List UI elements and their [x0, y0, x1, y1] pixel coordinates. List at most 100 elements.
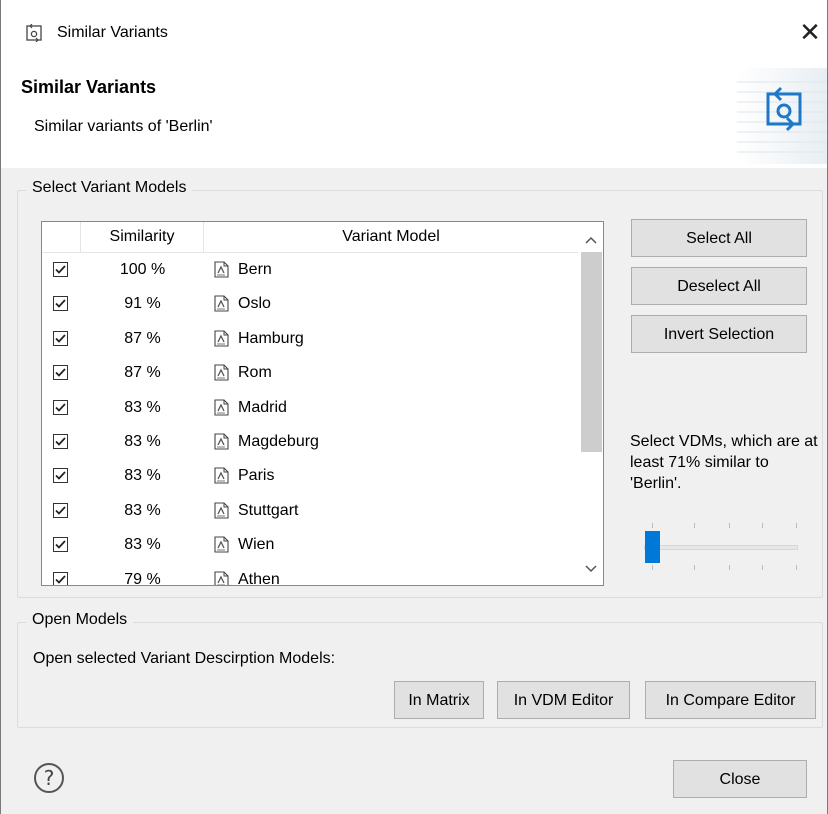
title-bar: Similar Variants ✕ — [1, 0, 827, 68]
slider-tick — [694, 523, 695, 528]
row-checkbox[interactable] — [53, 365, 68, 381]
similarity-cell: 87 % — [124, 329, 161, 347]
group-legend: Select Variant Models — [26, 179, 193, 197]
table-row[interactable]: 79 % Athen — [42, 563, 578, 586]
variant-model-cell: Bern — [238, 261, 272, 278]
checkmark-icon — [55, 299, 66, 309]
table-row[interactable]: 83 % Madrid — [42, 391, 578, 425]
table-header: Similarity Variant Model — [42, 222, 578, 253]
variant-model-cell: Magdeburg — [238, 432, 319, 450]
header-subtitle: Similar variants of 'Berlin' — [34, 118, 213, 135]
similarity-cell: 83 % — [124, 432, 161, 450]
variant-model-cell: Rom — [238, 364, 272, 382]
open-in-vdm-editor-button[interactable]: In VDM Editor — [497, 681, 630, 719]
variant-model-icon — [214, 570, 229, 585]
slider-thumb[interactable] — [645, 531, 660, 563]
deselect-all-button[interactable]: Deselect All — [631, 267, 807, 305]
close-button[interactable]: Close — [673, 760, 807, 798]
variant-model-icon — [214, 399, 229, 416]
variant-compare-icon — [25, 23, 43, 43]
variant-model-cell: Athen — [238, 570, 280, 586]
variant-model-icon — [214, 295, 229, 312]
row-checkbox[interactable] — [53, 502, 68, 518]
table-row[interactable]: 83 % Wien — [42, 528, 578, 562]
scrollbar-thumb[interactable] — [581, 252, 602, 452]
variant-model-cell: Stuttgart — [238, 501, 299, 519]
table-row[interactable]: 87 % Hamburg — [42, 322, 578, 356]
window-title: Similar Variants — [57, 24, 168, 41]
variant-model-cell: Wien — [238, 536, 275, 554]
table-body: 100 % Bern 91 % Oslo 87 % Hamburg 87 % Rom 83 % M… — [42, 253, 578, 586]
checkmark-icon — [55, 471, 66, 481]
dialog-body: Select Variant Models Similarity Variant… — [1, 168, 827, 814]
invert-selection-button[interactable]: Invert Selection — [631, 315, 807, 353]
row-checkbox[interactable] — [53, 262, 68, 277]
variant-model-icon — [214, 261, 229, 278]
row-checkbox[interactable] — [53, 399, 68, 415]
row-checkbox[interactable] — [53, 468, 68, 484]
similarity-slider[interactable] — [642, 521, 802, 571]
similarity-threshold-text: Select VDMs, which are at least 71% simi… — [630, 433, 818, 492]
slider-track[interactable] — [644, 545, 798, 550]
slider-tick — [652, 523, 653, 528]
similarity-cell: 83 % — [124, 501, 161, 519]
close-window-icon[interactable]: ✕ — [797, 18, 823, 48]
slider-tick — [796, 565, 797, 570]
open-models-label: Open selected Variant Descirption Models… — [33, 650, 336, 667]
similarity-cell: 83 % — [124, 536, 161, 554]
variant-table[interactable]: Similarity Variant Model 100 % Bern 91 % Os… — [41, 221, 604, 586]
table-row[interactable]: 83 % Magdeburg — [42, 425, 578, 459]
slider-tick — [652, 565, 653, 570]
table-row[interactable]: 87 % Rom — [42, 356, 578, 390]
row-checkbox[interactable] — [53, 537, 68, 553]
table-row[interactable]: 91 % Oslo — [42, 287, 578, 321]
slider-tick — [762, 523, 763, 528]
column-header-variant-model[interactable]: Variant Model — [204, 222, 578, 252]
variant-model-icon — [214, 467, 229, 484]
row-checkbox[interactable] — [53, 433, 68, 449]
table-row[interactable]: 83 % Paris — [42, 459, 578, 493]
vertical-scrollbar[interactable] — [578, 222, 603, 585]
similarity-cell: 87 % — [124, 364, 161, 382]
checkmark-icon — [55, 265, 66, 274]
similarity-cell: 83 % — [124, 467, 161, 485]
variant-model-icon — [214, 330, 229, 347]
variant-model-icon — [214, 502, 229, 519]
table-row[interactable]: 100 % Bern — [42, 253, 578, 287]
open-in-compare-editor-button[interactable]: In Compare Editor — [645, 681, 816, 719]
header-title: Similar Variants — [21, 77, 157, 97]
help-icon[interactable]: ? — [34, 763, 64, 793]
slider-tick — [729, 565, 730, 570]
checkmark-icon — [55, 402, 66, 412]
variant-compare-banner-icon — [737, 68, 827, 164]
column-header-check[interactable] — [42, 222, 81, 252]
checkmark-icon — [55, 437, 66, 446]
similarity-cell: 79 % — [124, 570, 161, 586]
slider-tick — [762, 565, 763, 570]
similarity-cell: 91 % — [124, 295, 161, 313]
variant-model-cell: Hamburg — [238, 329, 304, 347]
open-in-matrix-button[interactable]: In Matrix — [394, 681, 484, 719]
checkmark-icon — [55, 334, 66, 343]
checkmark-icon — [55, 368, 66, 377]
variant-model-icon — [214, 433, 229, 450]
scroll-down-icon[interactable] — [578, 555, 603, 581]
checkmark-icon — [55, 506, 66, 515]
checkmark-icon — [55, 574, 66, 584]
scroll-up-icon[interactable] — [578, 226, 603, 252]
variant-model-icon — [214, 364, 229, 381]
variant-model-cell: Madrid — [238, 398, 287, 416]
checkmark-icon — [55, 540, 66, 549]
row-checkbox[interactable] — [53, 571, 68, 585]
dialog-header: Similar Variants Similar variants of 'Be… — [1, 68, 827, 168]
column-header-similarity[interactable]: Similarity — [81, 222, 204, 252]
row-checkbox[interactable] — [53, 330, 68, 346]
variant-model-cell: Paris — [238, 467, 275, 485]
row-checkbox[interactable] — [53, 296, 68, 312]
similarity-cell: 83 % — [124, 398, 161, 416]
select-all-button[interactable]: Select All — [631, 219, 807, 257]
open-models-group: Open Models Open selected Variant Descir… — [17, 611, 823, 728]
slider-tick — [694, 565, 695, 570]
group-legend: Open Models — [26, 611, 134, 629]
table-row[interactable]: 83 % Stuttgart — [42, 494, 578, 528]
